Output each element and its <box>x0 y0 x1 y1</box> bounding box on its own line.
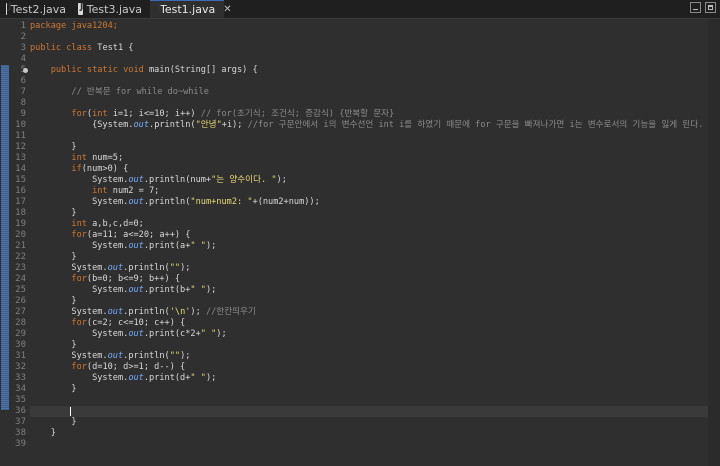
line-number: 12 <box>15 142 26 152</box>
line-number: 16 <box>15 186 26 196</box>
tab-label: Test2.java <box>10 2 66 16</box>
line-number: 30 <box>15 340 26 350</box>
line-number: 9 <box>20 109 26 119</box>
code-line-21: System.out.print(a+" "); <box>30 241 217 251</box>
line-number: 1 <box>20 21 26 31</box>
code-line-15: System.out.println(num+"는 양수이다. "); <box>30 175 287 185</box>
line-number: 31 <box>15 351 26 361</box>
line-number: 3 <box>20 43 26 53</box>
code-line-20: for(a=11; a<=20; a++) { <box>30 230 191 240</box>
line-number: 17 <box>15 197 26 207</box>
current-line-highlight <box>30 406 708 417</box>
code-line-29: System.out.print(c*2+" "); <box>30 329 227 339</box>
change-marker-bar <box>1 65 9 410</box>
code-line-19: int a,b,c,d=0; <box>30 219 144 229</box>
line-number: 24 <box>15 274 26 284</box>
tab-label: Test1.java <box>160 3 216 16</box>
code-line-18: } <box>30 208 77 218</box>
code-line-33: System.out.print(d+" "); <box>30 373 217 383</box>
code-line-14: if(num>0) { <box>30 164 129 174</box>
line-number: 14 <box>15 164 26 174</box>
code-line-16: int num2 = 7; <box>30 186 160 196</box>
java-file-icon <box>78 2 83 15</box>
tab-label: Test3.java <box>86 2 142 16</box>
line-number: 37 <box>15 417 26 427</box>
code-line-10: {System.out.println("안녕"+i); //for 구문안에서… <box>30 120 704 130</box>
line-number: 29 <box>15 329 26 339</box>
line-number: 19 <box>15 219 26 229</box>
code-line-31: System.out.println(""); <box>30 351 191 361</box>
line-number: 21 <box>15 241 26 251</box>
line-number: 4 <box>20 54 26 64</box>
line-number: 34 <box>15 384 26 394</box>
code-line-25: System.out.print(b+" "); <box>30 285 217 295</box>
vertical-scrollbar[interactable] <box>708 19 720 466</box>
line-number: 26 <box>15 296 26 306</box>
line-number: 35 <box>15 395 26 405</box>
code-line-23: System.out.println(""); <box>30 263 191 273</box>
code-line-28: for(c=2; c<=10; c++) { <box>30 318 186 328</box>
code-line-27: System.out.println('\n'); //한칸띄우기 <box>30 307 256 317</box>
window-controls <box>690 2 716 13</box>
code-line-12: } <box>30 142 77 152</box>
code-line-22: } <box>30 252 77 262</box>
code-line-24: for(b=0; b<=9; b++) { <box>30 274 181 284</box>
code-line-1: package java1204; <box>30 21 118 31</box>
line-number: 39 <box>15 439 26 449</box>
line-number: 32 <box>15 362 26 372</box>
line-number: 27 <box>15 307 26 317</box>
line-number: 38 <box>15 428 26 438</box>
code-line-37: } <box>30 428 56 438</box>
code-line-30: } <box>30 340 77 350</box>
code-line-5: public static void main(String[] args) { <box>30 65 258 75</box>
maximize-icon[interactable] <box>705 2 716 13</box>
code-line-34: } <box>30 384 77 394</box>
line-number: 2 <box>20 32 26 42</box>
line-number: 20 <box>15 230 26 240</box>
code-line-32: for(d=10; d>=1; d--) { <box>30 362 186 372</box>
line-number: 6 <box>20 76 26 86</box>
code-editor[interactable]: 1234567891011121314151617181920212223242… <box>0 19 720 466</box>
code-line-36: } <box>30 417 77 427</box>
line-number: 28 <box>15 318 26 328</box>
code-line-3: public class Test1 { <box>30 43 134 53</box>
line-number: 7 <box>20 87 26 97</box>
line-number-gutter: 1234567891011121314151617181920212223242… <box>0 19 30 466</box>
line-number: 23 <box>15 263 26 273</box>
tab-test3[interactable]: Test3.java <box>72 0 148 18</box>
code-line-17: System.out.println("num+num2: "+(num2+nu… <box>30 197 320 207</box>
line-number: 11 <box>15 131 26 141</box>
code-line-13: int num=5; <box>30 153 124 163</box>
line-number: 33 <box>15 373 26 383</box>
override-marker-icon <box>23 68 28 73</box>
line-number: 15 <box>15 175 26 185</box>
tab-test2[interactable]: Test2.java <box>0 0 72 18</box>
close-tab-icon[interactable]: ✕ <box>223 4 231 15</box>
tab-test1[interactable]: Test1.java ✕ <box>150 0 232 18</box>
line-number: 36 <box>15 406 26 416</box>
line-number: 8 <box>20 98 26 108</box>
java-file-icon <box>6 2 10 15</box>
text-caret <box>70 407 71 416</box>
line-number: 25 <box>15 285 26 295</box>
editor-tab-bar: Test2.java Test3.java Test1.java ✕ <box>0 0 720 19</box>
line-number: 22 <box>15 252 26 262</box>
code-line-9: for(int i=1; i<=10; i++) // for(초기식; 조건식… <box>30 109 395 119</box>
minimize-icon[interactable] <box>690 2 701 13</box>
line-number: 10 <box>15 120 26 130</box>
line-number: 18 <box>15 208 26 218</box>
code-line-7: // 반복문 for while do~while <box>30 87 209 97</box>
code-line-26: } <box>30 296 77 306</box>
line-number: 13 <box>15 153 26 163</box>
